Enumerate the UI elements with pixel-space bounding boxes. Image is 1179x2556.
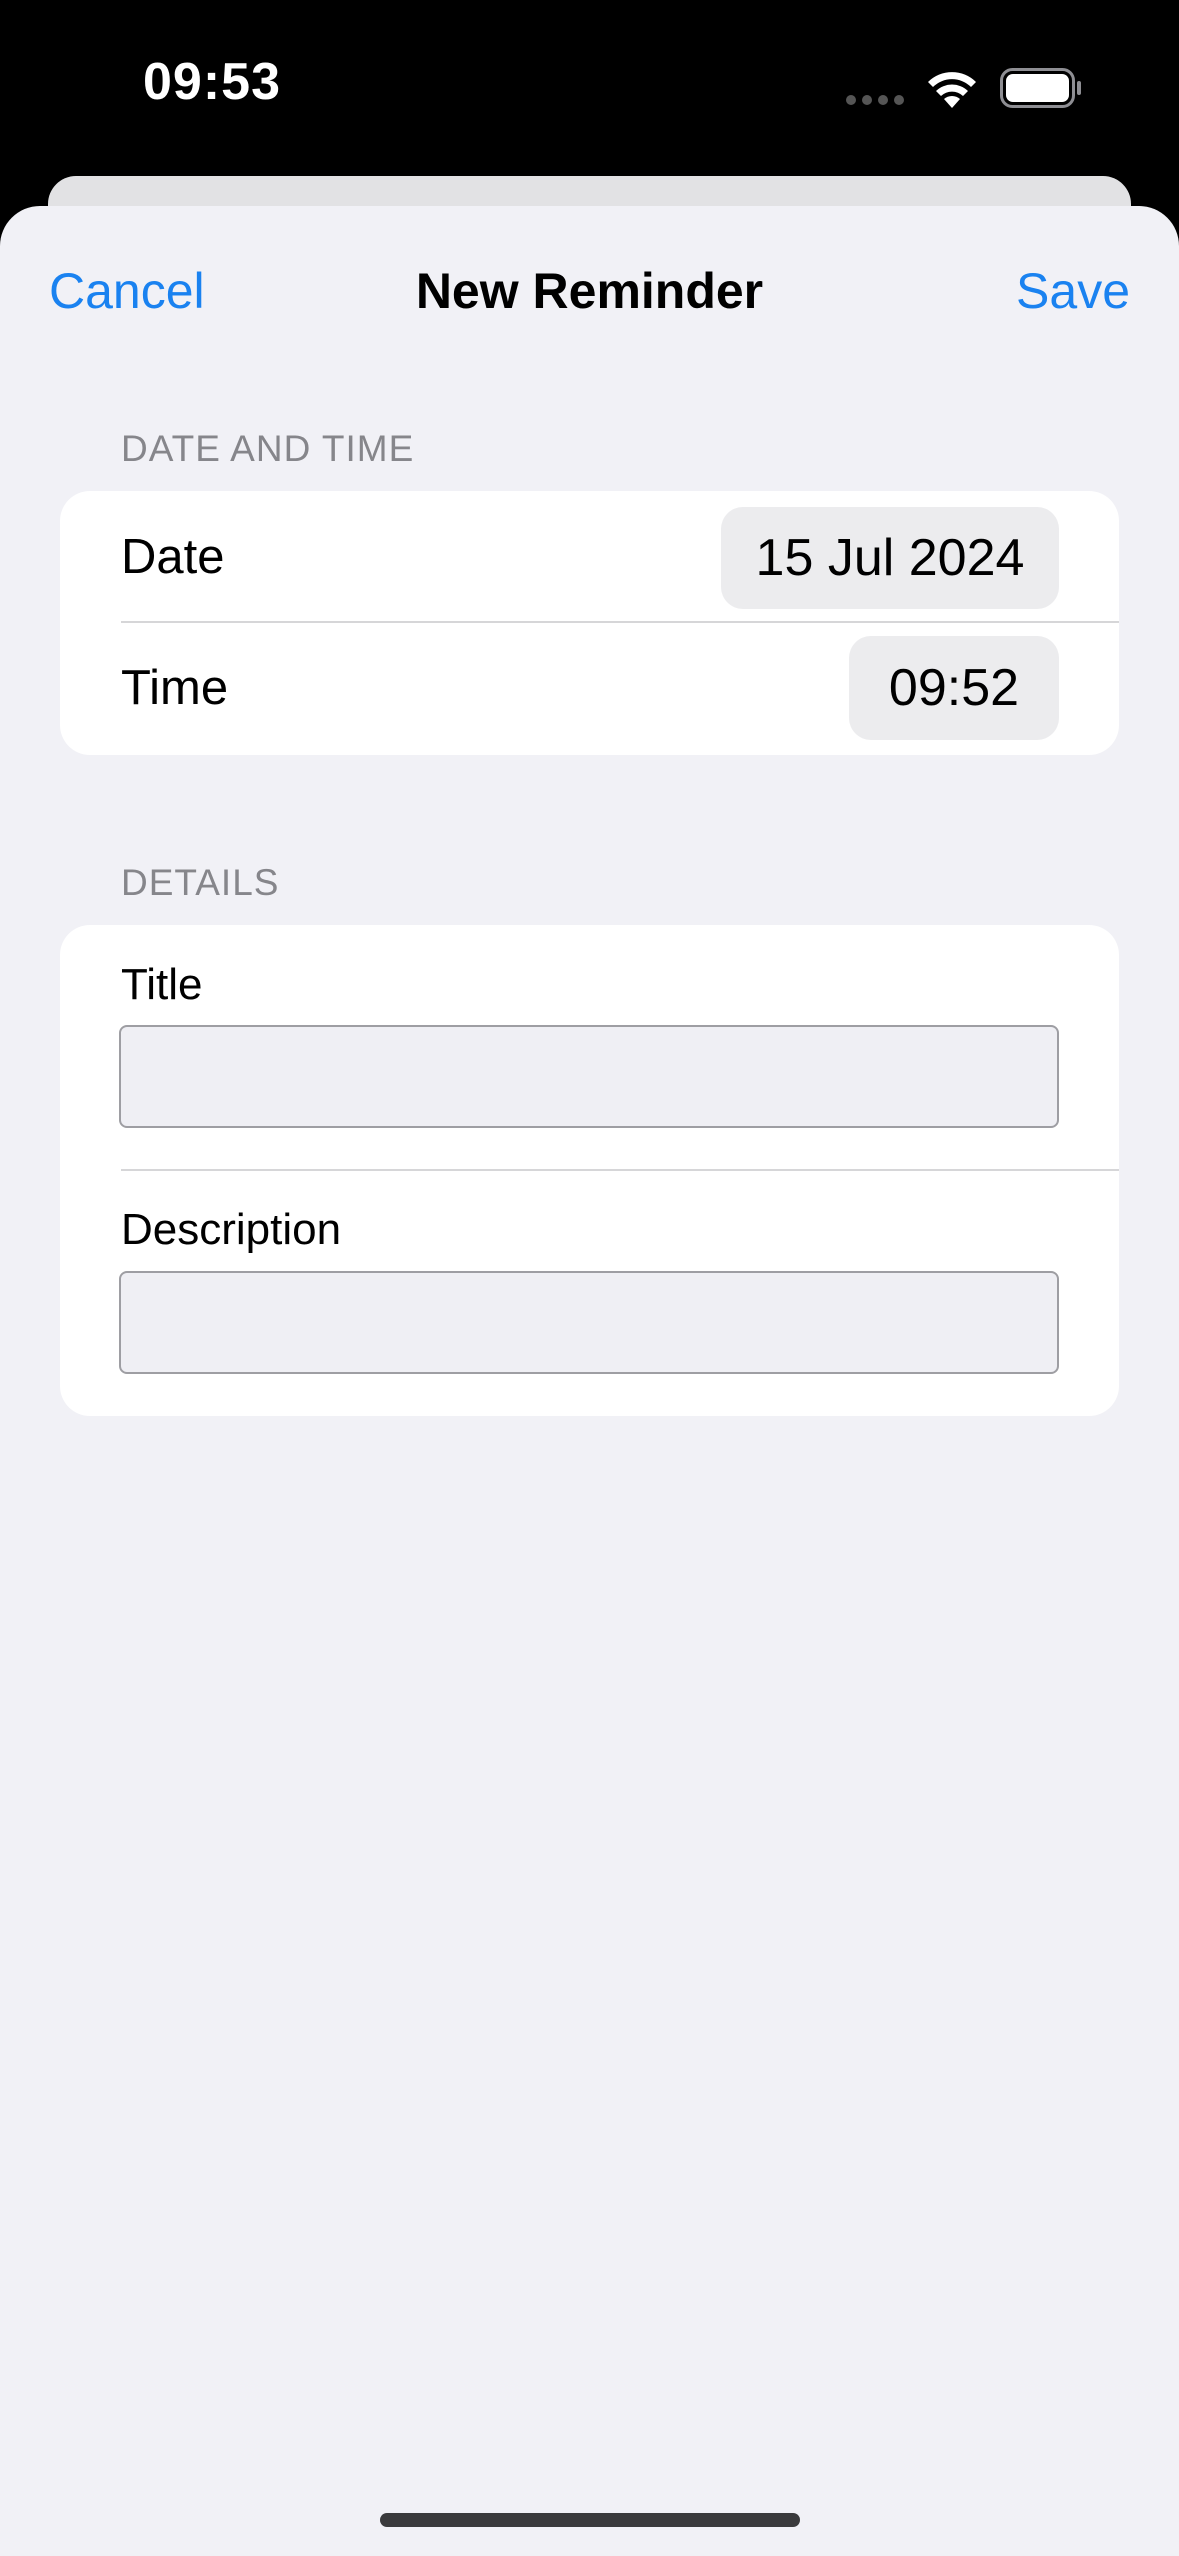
status-time: 09:53 — [143, 53, 281, 111]
page-title: New Reminder — [415, 263, 764, 319]
description-label: Description — [121, 1205, 342, 1254]
row-divider — [121, 1169, 1119, 1171]
date-time-section-header: DATE AND TIME — [121, 428, 415, 469]
time-picker-button[interactable]: 09:52 — [849, 636, 1059, 740]
date-time-group: Date 15 Jul 2024 Time 09:52 — [60, 491, 1119, 755]
time-row: Time 09:52 — [60, 623, 1119, 755]
title-label: Title — [121, 960, 203, 1009]
battery-icon — [1000, 68, 1081, 108]
wifi-icon — [928, 72, 976, 108]
home-indicator[interactable] — [380, 2513, 800, 2527]
date-row: Date 15 Jul 2024 — [60, 491, 1119, 622]
status-bar: 09:53 — [0, 0, 1179, 175]
details-section-header: DETAILS — [121, 862, 280, 903]
description-input[interactable] — [119, 1271, 1059, 1374]
time-label: Time — [121, 661, 229, 715]
signal-icon — [846, 95, 904, 105]
details-group: Title Description — [60, 925, 1119, 1416]
save-button[interactable]: Save — [1016, 262, 1130, 320]
title-input[interactable] — [119, 1025, 1059, 1128]
date-label: Date — [121, 530, 225, 584]
date-picker-button[interactable]: 15 Jul 2024 — [721, 507, 1059, 609]
